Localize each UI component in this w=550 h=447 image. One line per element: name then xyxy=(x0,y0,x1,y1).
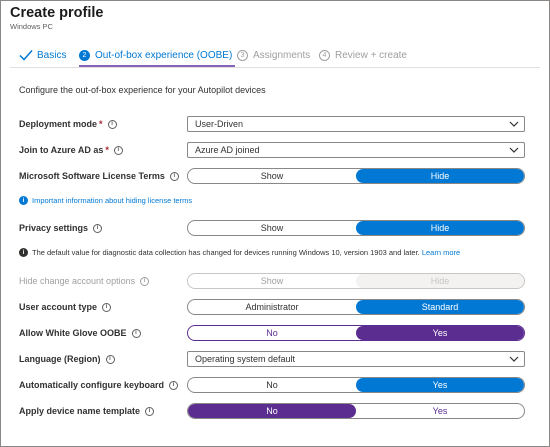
info-icon[interactable]: i xyxy=(107,119,117,129)
white-glove-row: Allow White Glove OOBE i No Yes xyxy=(19,325,526,341)
license-terms-toggle[interactable]: Show Hide xyxy=(187,168,525,184)
tab-assignments-label: Assignments xyxy=(253,49,311,61)
deployment-mode-row: Deployment mode * i User-Driven xyxy=(19,116,526,132)
language-row: Language (Region) i Operating system def… xyxy=(19,351,526,367)
language-value: Operating system default xyxy=(195,354,296,364)
info-icon: i xyxy=(19,248,28,257)
join-azure-dropdown[interactable]: Azure AD joined xyxy=(187,142,525,158)
info-icon[interactable]: i xyxy=(169,171,179,181)
keyboard-row: Automatically configure keyboard i No Ye… xyxy=(19,377,526,393)
tab-oobe[interactable]: 2 Out-of-box experience (OOBE) xyxy=(79,44,236,67)
tab-review-create[interactable]: 4 Review + create xyxy=(319,44,407,66)
keyboard-label: Automatically configure keyboard i xyxy=(19,377,179,393)
license-note: i Important information about hiding lic… xyxy=(19,196,192,205)
info-icon[interactable]: i xyxy=(93,223,103,233)
user-account-type-row: User account type i Administrator Standa… xyxy=(19,299,526,315)
tab-review-create-label: Review + create xyxy=(335,49,407,61)
page-header: Create profile Windows PC xyxy=(10,5,103,32)
white-glove-toggle[interactable]: No Yes xyxy=(187,325,525,341)
wizard-tabs: Basics 2 Out-of-box experience (OOBE) 3 … xyxy=(19,44,449,67)
tab-basics[interactable]: Basics xyxy=(19,44,66,66)
no-option[interactable]: No xyxy=(188,378,356,392)
intro-text: Configure the out-of-box experience for … xyxy=(19,85,266,95)
hide-change-account-toggle: Show Hide xyxy=(187,273,525,289)
info-icon[interactable]: i xyxy=(113,145,123,155)
show-option[interactable]: Show xyxy=(188,169,356,183)
info-icon[interactable]: i xyxy=(102,302,112,312)
standard-option[interactable]: Standard xyxy=(356,300,524,314)
yes-option[interactable]: Yes xyxy=(356,404,524,418)
keyboard-toggle[interactable]: No Yes xyxy=(187,377,525,393)
language-dropdown[interactable]: Operating system default xyxy=(187,351,525,367)
join-azure-value: Azure AD joined xyxy=(195,145,260,155)
language-label: Language (Region) i xyxy=(19,351,115,367)
tab-assignments[interactable]: 3 Assignments xyxy=(237,44,310,66)
license-terms-label: Microsoft Software License Terms i xyxy=(19,168,179,184)
required-asterisk: * xyxy=(105,145,109,155)
learn-more-link[interactable]: Learn more xyxy=(422,248,460,257)
info-icon: i xyxy=(19,196,28,205)
deployment-mode-dropdown[interactable]: User-Driven xyxy=(187,116,525,132)
user-account-type-label: User account type i xyxy=(19,299,112,315)
device-name-toggle[interactable]: No Yes xyxy=(187,403,525,419)
checkmark-icon xyxy=(19,50,33,61)
page-title: Create profile xyxy=(10,5,104,21)
user-account-type-toggle[interactable]: Administrator Standard xyxy=(187,299,525,315)
hide-change-account-row: Hide change account options i Show Hide xyxy=(19,273,526,289)
device-name-label: Apply device name template i xyxy=(19,403,155,419)
license-terms-row: Microsoft Software License Terms i Show … xyxy=(19,168,526,184)
tab-basics-label: Basics xyxy=(37,49,67,61)
info-icon[interactable]: i xyxy=(145,406,155,416)
join-azure-label: Join to Azure AD as * i xyxy=(19,142,123,158)
hide-option[interactable]: Hide xyxy=(356,169,524,183)
no-option[interactable]: No xyxy=(188,404,356,418)
show-option: Show xyxy=(260,276,284,286)
hide-option[interactable]: Hide xyxy=(356,221,524,235)
tab-oobe-label: Out-of-box experience (OOBE) xyxy=(95,49,233,61)
white-glove-label: Allow White Glove OOBE i xyxy=(19,325,141,341)
info-icon[interactable]: i xyxy=(105,354,115,364)
deployment-mode-value: User-Driven xyxy=(195,119,244,129)
yes-option[interactable]: Yes xyxy=(356,326,524,340)
no-option[interactable]: No xyxy=(188,326,356,340)
chevron-down-icon xyxy=(509,147,519,153)
privacy-label: Privacy settings i xyxy=(19,220,103,236)
step-number-badge: 3 xyxy=(237,49,248,61)
privacy-row: Privacy settings i Show Hide xyxy=(19,220,526,236)
device-name-row: Apply device name template i No Yes xyxy=(19,403,526,419)
hide-change-account-label: Hide change account options i xyxy=(19,273,150,289)
hide-option: Hide xyxy=(356,274,524,288)
yes-option[interactable]: Yes xyxy=(356,378,524,392)
deployment-mode-label: Deployment mode * i xyxy=(19,116,117,132)
license-info-link[interactable]: Important information about hiding licen… xyxy=(32,196,192,205)
page-subtitle: Windows PC xyxy=(10,22,53,31)
administrator-option[interactable]: Administrator xyxy=(188,300,356,314)
show-option[interactable]: Show xyxy=(188,221,356,235)
privacy-toggle[interactable]: Show Hide xyxy=(187,220,525,236)
info-icon[interactable]: i xyxy=(131,328,141,338)
required-asterisk: * xyxy=(99,119,103,129)
info-icon[interactable]: i xyxy=(169,380,179,390)
tabs-divider xyxy=(10,67,540,68)
privacy-note: i The default value for diagnostic data … xyxy=(19,248,460,257)
info-icon[interactable]: i xyxy=(140,276,150,286)
join-azure-row: Join to Azure AD as * i Azure AD joined xyxy=(19,142,526,158)
step-number-badge: 2 xyxy=(79,49,90,61)
privacy-note-text: The default value for diagnostic data co… xyxy=(32,248,420,257)
step-number-badge: 4 xyxy=(319,49,330,61)
chevron-down-icon xyxy=(509,356,519,362)
chevron-down-icon xyxy=(509,121,519,127)
